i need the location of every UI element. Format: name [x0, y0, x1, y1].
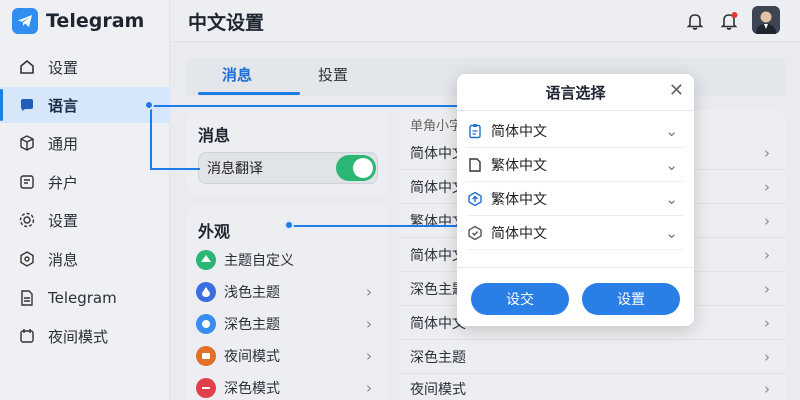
- message-translate-toggle[interactable]: [336, 155, 376, 181]
- chevron-right-icon: ›: [764, 380, 770, 398]
- drop-icon: [196, 282, 216, 302]
- language-select-dialog: 语言选择 ✕ 简体中文 ⌄ 繁体中文 ⌄ 繁体中文 ⌄ 简体中文 ⌄ 设交 设置: [457, 74, 694, 326]
- chevron-right-icon: ›: [366, 283, 372, 301]
- chevron-down-icon: ⌄: [665, 223, 678, 242]
- divider: [457, 267, 694, 268]
- check-hex-icon: [468, 225, 482, 240]
- chevron-down-icon: ⌄: [665, 121, 678, 140]
- sidebar-item-label: 设置: [48, 58, 79, 77]
- tab-settings[interactable]: 投置: [318, 64, 348, 85]
- sidebar-item-account[interactable]: 弁户: [0, 164, 170, 200]
- tab-messages[interactable]: 消息: [222, 64, 252, 85]
- chevron-right-icon: ›: [366, 315, 372, 333]
- sidebar-item-label: 设置: [48, 211, 79, 230]
- document-icon: [20, 175, 34, 189]
- minus-icon: [196, 378, 216, 398]
- language-option-label: 繁体中文: [491, 191, 547, 208]
- message-card-title: 消息: [198, 126, 231, 145]
- chevron-right-icon: ›: [764, 313, 770, 332]
- sidebar-item-label: Telegram: [48, 289, 117, 307]
- sidebar-item-settings-2[interactable]: 设置: [0, 202, 170, 238]
- chevron-right-icon: ›: [764, 347, 770, 366]
- connector-line: [290, 225, 460, 227]
- language-option[interactable]: 简体中文 ⌄: [467, 216, 684, 250]
- chevron-right-icon: ›: [764, 211, 770, 230]
- page-title: 中文设置: [188, 12, 265, 34]
- theme-item-label: 深色模式: [224, 381, 280, 397]
- gear-icon: [19, 212, 35, 228]
- language-option-label: 繁体中文: [491, 157, 547, 174]
- chevron-right-icon: ›: [366, 347, 372, 365]
- language-option[interactable]: 繁体中文 ⌄: [467, 182, 684, 216]
- notification-bell-icon[interactable]: [718, 10, 740, 32]
- avatar[interactable]: [752, 6, 780, 34]
- hexagon-icon: [20, 251, 34, 267]
- message-translate-label: 消息翻译: [207, 161, 263, 177]
- connector-line: [150, 105, 152, 170]
- theme-item-custom[interactable]: 主题自定义: [196, 246, 382, 274]
- settings-button[interactable]: 设置: [582, 283, 680, 315]
- upload-hex-icon: [468, 191, 482, 206]
- chevron-down-icon: ⌄: [665, 155, 678, 174]
- divider: [457, 110, 694, 111]
- file-icon: [21, 290, 33, 306]
- sidebar-item-label: 语言: [48, 96, 79, 115]
- sidebar-item-general[interactable]: 通用: [0, 125, 170, 161]
- language-option-label: 简体中文: [491, 225, 547, 242]
- close-icon[interactable]: ✕: [669, 80, 684, 101]
- language-option[interactable]: 繁体中文 ⌄: [467, 148, 684, 182]
- theme-item-label: 夜间模式: [224, 349, 280, 365]
- dialog-title: 语言选择: [545, 84, 606, 102]
- cube-icon: [20, 135, 34, 151]
- confirm-button[interactable]: 设交: [471, 283, 569, 315]
- connector-node: [284, 220, 294, 230]
- app-name: Telegram: [46, 10, 145, 32]
- chat-bubble-icon: [21, 99, 33, 111]
- sidebar-item-label: 弁户: [48, 173, 79, 192]
- list-item[interactable]: 夜间模式 ›: [400, 372, 786, 400]
- chevron-right-icon: ›: [764, 245, 770, 264]
- home-icon: [20, 59, 34, 74]
- chevron-right-icon: ›: [366, 379, 372, 397]
- clipboard-icon: [469, 123, 481, 138]
- list-item[interactable]: 深色主题 ›: [400, 340, 786, 374]
- sidebar: Telegram 设置 语言 通用 弁户 设置 消息 Telegram 夜间模式: [0, 0, 170, 400]
- connector-line: [150, 168, 200, 170]
- chevron-right-icon: ›: [764, 177, 770, 196]
- appearance-card-title: 外观: [198, 222, 231, 241]
- sidebar-item-label: 夜间模式: [48, 327, 109, 346]
- sidebar-item-night-mode[interactable]: 夜间模式: [0, 318, 170, 354]
- bell-icon[interactable]: [684, 10, 706, 32]
- connector-node: [144, 100, 154, 110]
- sidebar-item-telegram[interactable]: Telegram: [0, 280, 170, 316]
- sidebar-item-messages[interactable]: 消息: [0, 241, 170, 277]
- chevron-down-icon: ⌄: [665, 189, 678, 208]
- theme-item-label: 深色主题: [224, 317, 280, 333]
- active-tab-indicator: [198, 92, 300, 95]
- theme-item-dark[interactable]: 深色主题 ›: [196, 310, 382, 338]
- chevron-right-icon: ›: [764, 279, 770, 298]
- theme-item-light[interactable]: 浅色主题 ›: [196, 278, 382, 306]
- theme-item-dark-mode[interactable]: 深色模式 ›: [196, 374, 382, 400]
- calendar-icon: [20, 329, 34, 343]
- cloud-icon: [196, 314, 216, 334]
- chat-icon: [196, 346, 216, 366]
- page-icon: [469, 157, 481, 172]
- language-option[interactable]: 简体中文 ⌄: [467, 114, 684, 148]
- connector-line: [150, 105, 460, 107]
- theme-item-label: 浅色主题: [224, 285, 280, 301]
- theme-item-label: 主题自定义: [224, 253, 294, 269]
- brand[interactable]: Telegram: [12, 8, 144, 34]
- tree-icon: [196, 250, 216, 270]
- sidebar-item-label: 通用: [48, 134, 79, 153]
- telegram-logo-icon: [12, 8, 38, 34]
- language-option-label: 简体中文: [491, 123, 547, 140]
- sidebar-item-label: 消息: [48, 250, 79, 269]
- sidebar-item-settings[interactable]: 设置: [0, 49, 170, 85]
- theme-item-night[interactable]: 夜间模式 ›: [196, 342, 382, 370]
- chevron-right-icon: ›: [764, 143, 770, 162]
